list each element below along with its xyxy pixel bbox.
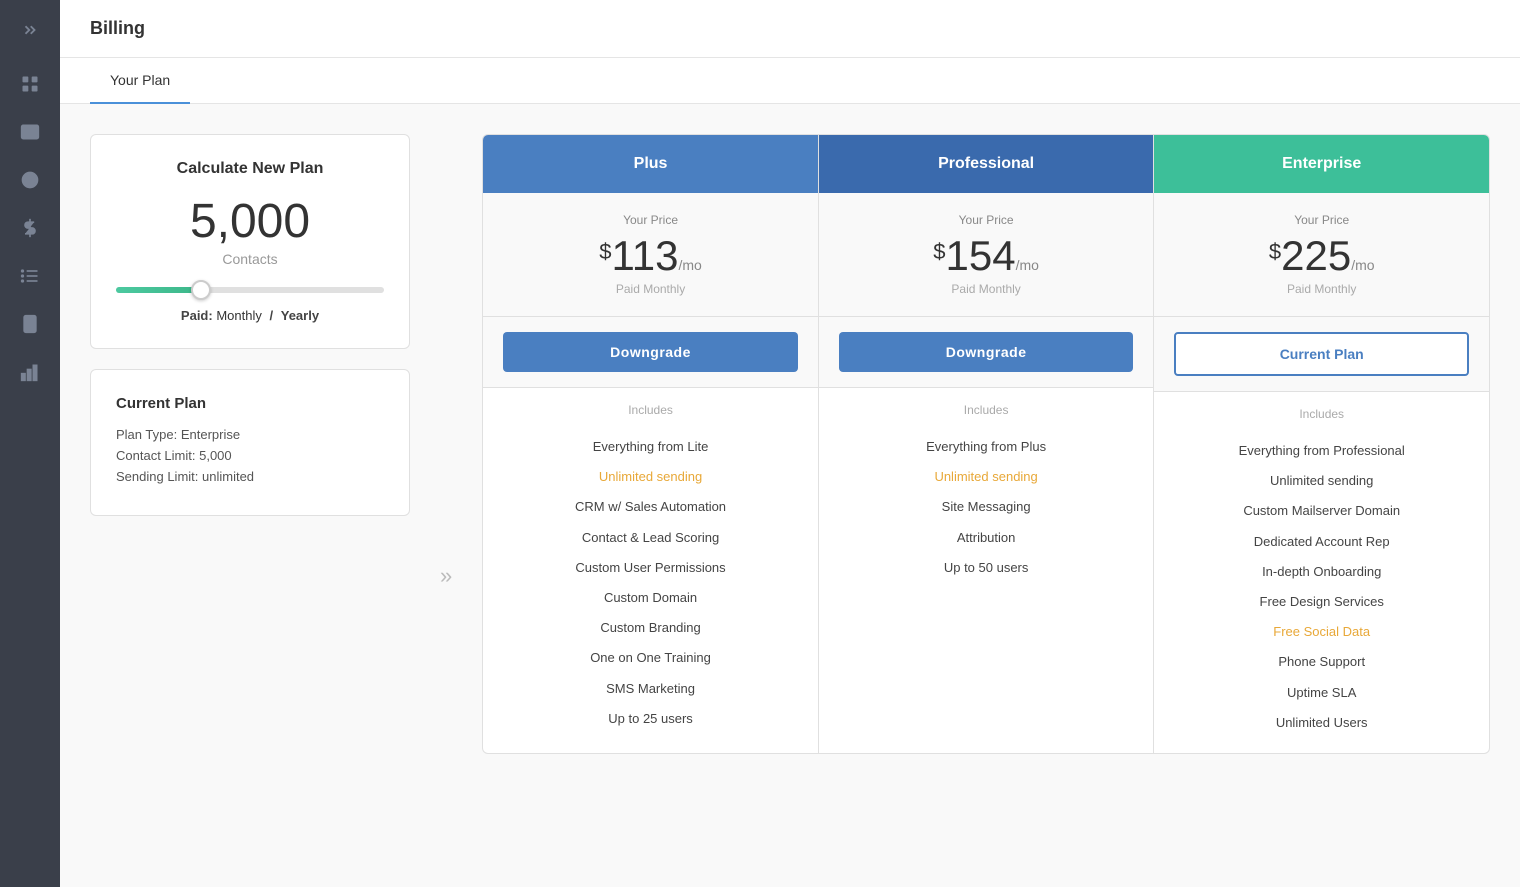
price-label-professional: Your Price xyxy=(839,213,1134,227)
price-amount-professional: $154/mo xyxy=(839,235,1134,277)
price-section-plus: Your Price $113/mo Paid Monthly xyxy=(483,193,818,317)
paid-separator: / xyxy=(270,308,274,323)
slider-fill xyxy=(116,287,196,293)
feature-item: Custom User Permissions xyxy=(503,553,798,583)
feature-item: Everything from Professional xyxy=(1174,436,1469,466)
sidebar-item-list[interactable] xyxy=(10,256,50,296)
enterprise-action-button[interactable]: Current Plan xyxy=(1174,332,1469,376)
paid-options: Paid: Monthly / Yearly xyxy=(116,308,384,323)
price-label-plus: Your Price xyxy=(503,213,798,227)
plus-action-button[interactable]: Downgrade xyxy=(503,332,798,372)
contact-limit-label: Contact Limit: xyxy=(116,448,195,463)
sidebar-item-dashboard[interactable] xyxy=(10,64,50,104)
sidebar-item-email[interactable] xyxy=(10,112,50,152)
price-amount-plus: $113/mo xyxy=(503,235,798,277)
monthly-link[interactable]: Monthly xyxy=(216,308,262,323)
feature-item: Everything from Plus xyxy=(839,432,1134,462)
plan-header-professional: Professional xyxy=(819,135,1154,193)
includes-section-professional: Includes Everything from PlusUnlimited se… xyxy=(819,388,1154,598)
feature-item: Everything from Lite xyxy=(503,432,798,462)
contacts-slider-container[interactable] xyxy=(116,287,384,293)
feature-item: Unlimited sending xyxy=(1174,466,1469,496)
sidebar-item-reports[interactable] xyxy=(10,304,50,344)
feature-item: Unlimited Users xyxy=(1174,708,1469,738)
sidebar-item-analytics[interactable] xyxy=(10,352,50,392)
includes-label-enterprise: Includes xyxy=(1174,407,1469,421)
page-title: Billing xyxy=(90,18,1490,39)
plan-type: Plan Type: Enterprise xyxy=(116,427,384,442)
feature-item: Site Messaging xyxy=(839,492,1134,522)
feature-item: Custom Mailserver Domain xyxy=(1174,496,1469,526)
pricing-column-professional: Professional Your Price $154/mo Paid Monthl… xyxy=(819,135,1155,753)
btn-section-plus: Downgrade xyxy=(483,317,818,388)
feature-item: Custom Domain xyxy=(503,583,798,613)
content-area: Calculate New Plan 5,000 Contacts Paid: … xyxy=(60,104,1520,887)
main-content: Billing Your Plan Calculate New Plan 5,0… xyxy=(60,0,1520,887)
includes-label-plus: Includes xyxy=(503,403,798,417)
tabs-bar: Your Plan xyxy=(60,58,1520,104)
plan-header-enterprise: Enterprise xyxy=(1154,135,1489,193)
plan-type-value: Enterprise xyxy=(181,427,240,442)
contacts-label: Contacts xyxy=(116,251,384,267)
contact-limit-value: 5,000 xyxy=(199,448,232,463)
feature-item: Custom Branding xyxy=(503,613,798,643)
feature-item: Phone Support xyxy=(1174,647,1469,677)
feature-item: In-depth Onboarding xyxy=(1174,557,1469,587)
paid-label: Paid: xyxy=(181,308,213,323)
feature-item: Free Design Services xyxy=(1174,587,1469,617)
feature-item: Up to 50 users xyxy=(839,553,1134,583)
plan-type-label: Plan Type: xyxy=(116,427,177,442)
slider-track xyxy=(116,287,384,293)
sidebar-item-billing[interactable] xyxy=(10,208,50,248)
includes-section-plus: Includes Everything from LiteUnlimited se… xyxy=(483,388,818,749)
price-amount-enterprise: $225/mo xyxy=(1174,235,1469,277)
professional-action-button[interactable]: Downgrade xyxy=(839,332,1134,372)
price-paid-note-professional: Paid Monthly xyxy=(839,282,1134,296)
slider-thumb[interactable] xyxy=(191,280,211,300)
sidebar-toggle[interactable] xyxy=(10,10,50,50)
feature-item: Dedicated Account Rep xyxy=(1174,527,1469,557)
current-plan-title: Current Plan xyxy=(116,395,384,412)
feature-item: Unlimited sending xyxy=(503,462,798,492)
feature-item: Free Social Data xyxy=(1174,617,1469,647)
includes-label-professional: Includes xyxy=(839,403,1134,417)
price-label-enterprise: Your Price xyxy=(1174,213,1469,227)
price-section-professional: Your Price $154/mo Paid Monthly xyxy=(819,193,1154,317)
plan-header-plus: Plus xyxy=(483,135,818,193)
page-header: Billing xyxy=(60,0,1520,58)
btn-section-enterprise: Current Plan xyxy=(1154,317,1489,392)
calculate-plan-card: Calculate New Plan 5,000 Contacts Paid: … xyxy=(90,134,410,349)
contacts-number: 5,000 xyxy=(116,198,384,246)
price-section-enterprise: Your Price $225/mo Paid Monthly xyxy=(1154,193,1489,317)
price-paid-note-enterprise: Paid Monthly xyxy=(1174,282,1469,296)
feature-item: Up to 25 users xyxy=(503,704,798,734)
calculate-plan-title: Calculate New Plan xyxy=(116,160,384,178)
sidebar-item-targeting[interactable] xyxy=(10,160,50,200)
pricing-column-plus: Plus Your Price $113/mo Paid Monthly Downgra… xyxy=(483,135,819,753)
includes-section-enterprise: IncludesEverything from ProfessionalUnli… xyxy=(1154,392,1489,753)
feature-item: CRM w/ Sales Automation xyxy=(503,492,798,522)
pricing-panel: Plus Your Price $113/mo Paid Monthly Downgra… xyxy=(482,134,1490,754)
feature-item: One on One Training xyxy=(503,643,798,673)
current-plan-card: Current Plan Plan Type: Enterprise Conta… xyxy=(90,369,410,516)
price-paid-note-plus: Paid Monthly xyxy=(503,282,798,296)
yearly-link[interactable]: Yearly xyxy=(281,308,319,323)
feature-item: Attribution xyxy=(839,523,1134,553)
feature-item: Contact & Lead Scoring xyxy=(503,523,798,553)
contact-limit: Contact Limit: 5,000 xyxy=(116,448,384,463)
pricing-column-enterprise: Enterprise Your Price $225/mo Paid Monthly C… xyxy=(1154,135,1489,753)
btn-section-professional: Downgrade xyxy=(819,317,1154,388)
left-panel: Calculate New Plan 5,000 Contacts Paid: … xyxy=(90,134,410,857)
sidebar xyxy=(0,0,60,887)
sending-limit-value: unlimited xyxy=(202,469,254,484)
sending-limit: Sending Limit: unlimited xyxy=(116,469,384,484)
feature-item: Uptime SLA xyxy=(1174,678,1469,708)
arrow-right-icon: » xyxy=(440,563,452,589)
feature-item: Unlimited sending xyxy=(839,462,1134,492)
tab-your-plan[interactable]: Your Plan xyxy=(90,58,190,104)
feature-item: SMS Marketing xyxy=(503,674,798,704)
sending-limit-label: Sending Limit: xyxy=(116,469,198,484)
